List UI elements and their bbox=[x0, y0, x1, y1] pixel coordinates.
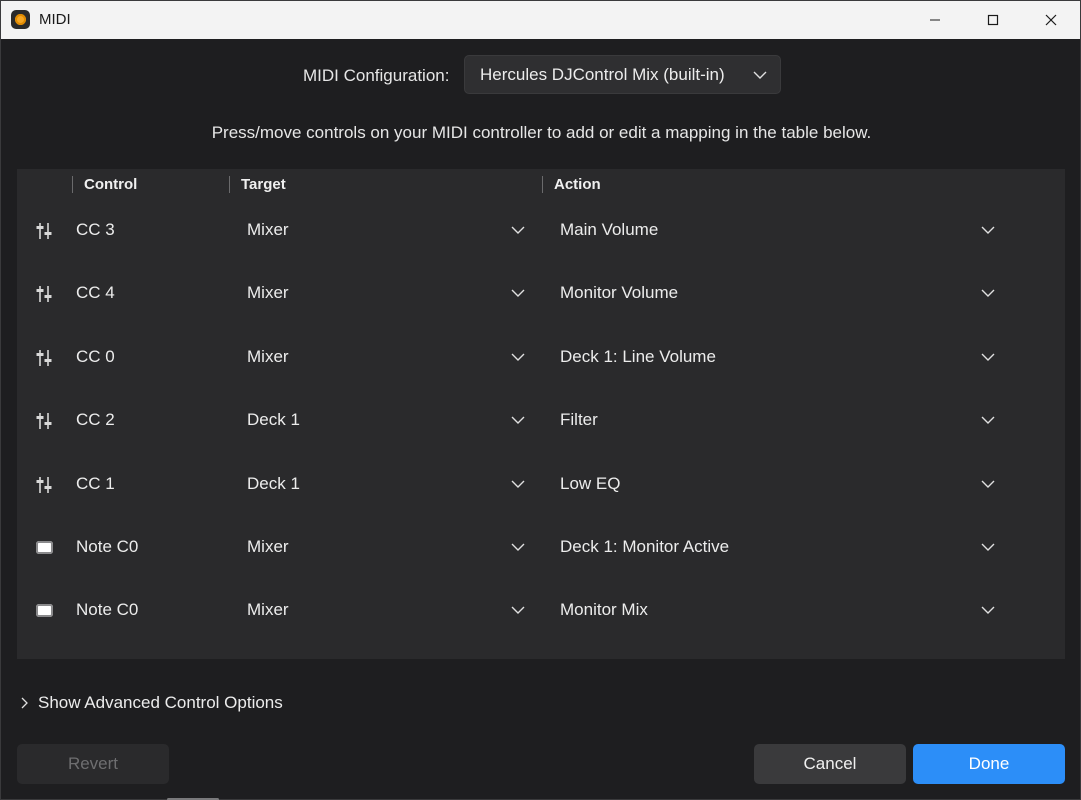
control-cell: CC 3 bbox=[76, 220, 115, 239]
minimize-icon bbox=[930, 19, 940, 21]
chevron-down-icon[interactable] bbox=[510, 602, 526, 623]
action-select[interactable]: Deck 1: Monitor Active bbox=[560, 537, 729, 557]
table-row[interactable]: CC 4 Mixer Monitor Volume bbox=[17, 264, 1065, 327]
revert-button[interactable]: Revert bbox=[17, 744, 169, 784]
action-select[interactable]: Main Volume bbox=[560, 220, 658, 240]
chevron-down-icon[interactable] bbox=[980, 602, 996, 623]
target-select[interactable]: Deck 1 bbox=[247, 410, 300, 430]
instruction-text: Press/move controls on your MIDI control… bbox=[211, 123, 872, 142]
show-advanced-options-toggle[interactable]: Show Advanced Control Options bbox=[19, 691, 283, 715]
action-select[interactable]: Filter bbox=[560, 410, 598, 430]
maximize-button[interactable] bbox=[964, 1, 1022, 39]
title-bar[interactable]: MIDI bbox=[1, 1, 1080, 39]
control-cell: Note C0 bbox=[76, 600, 139, 620]
target-select[interactable]: Mixer bbox=[247, 347, 289, 367]
target-select[interactable]: Mixer bbox=[247, 283, 289, 303]
close-icon bbox=[1045, 14, 1057, 26]
fader-icon bbox=[34, 221, 54, 241]
target-select[interactable]: Mixer bbox=[247, 600, 289, 620]
minimize-button[interactable] bbox=[906, 1, 964, 39]
action-select[interactable]: Low EQ bbox=[560, 474, 620, 494]
midi-configuration-value: Hercules DJControl Mix (built-in) bbox=[480, 64, 725, 84]
action-select[interactable]: Monitor Volume bbox=[560, 283, 678, 303]
chevron-down-icon[interactable] bbox=[510, 539, 526, 560]
column-header-target[interactable]: Target bbox=[241, 176, 286, 193]
column-header-control[interactable]: Control bbox=[84, 176, 137, 193]
chevron-down-icon[interactable] bbox=[510, 412, 526, 433]
chevron-down-icon[interactable] bbox=[980, 349, 996, 370]
target-select[interactable]: Mixer bbox=[247, 220, 289, 240]
control-cell: Note C0 bbox=[76, 537, 139, 556]
control-cell: CC 4 bbox=[76, 283, 115, 303]
chevron-down-icon[interactable] bbox=[980, 285, 996, 306]
midi-configuration-label: MIDI Configuration: bbox=[303, 66, 450, 85]
table-row[interactable]: CC 3 Mixer Main Volume bbox=[17, 201, 1065, 264]
action-select[interactable]: Deck 1: Line Volume bbox=[560, 347, 716, 367]
table-row[interactable]: Note C0 Mixer Monitor Mix bbox=[17, 581, 1065, 644]
chevron-down-icon[interactable] bbox=[510, 349, 526, 370]
chevron-down-icon[interactable] bbox=[980, 412, 996, 433]
table-row[interactable]: CC 1 Deck 1 Low EQ bbox=[17, 455, 1065, 518]
fader-icon bbox=[34, 411, 54, 431]
done-button[interactable]: Done bbox=[913, 744, 1065, 784]
chevron-down-icon[interactable] bbox=[980, 539, 996, 560]
table-row[interactable]: CC 2 Deck 1 Filter bbox=[17, 391, 1065, 454]
chevron-right-icon bbox=[21, 697, 28, 709]
fader-icon bbox=[34, 475, 54, 495]
column-header-action[interactable]: Action bbox=[554, 176, 601, 193]
target-select[interactable]: Deck 1 bbox=[247, 474, 300, 494]
show-advanced-options-label: Show Advanced Control Options bbox=[38, 693, 283, 712]
table-row[interactable]: Note C0 Mixer Deck 1: Monitor Active bbox=[17, 518, 1065, 581]
control-cell: CC 1 bbox=[76, 473, 115, 493]
maximize-icon bbox=[987, 14, 999, 26]
table-row[interactable]: CC 0 Mixer Deck 1: Line Volume bbox=[17, 328, 1065, 391]
midi-window: MIDI MIDI Configuration: Hercules DJCont… bbox=[0, 0, 1081, 800]
mapping-table: Control Target Action CC 3 Mixer Main Volu… bbox=[17, 169, 1065, 659]
key-icon bbox=[36, 541, 53, 554]
fader-icon bbox=[34, 284, 54, 304]
app-icon bbox=[11, 10, 30, 29]
midi-configuration-select[interactable]: Hercules DJControl Mix (built-in) bbox=[464, 55, 781, 94]
column-separator[interactable] bbox=[229, 176, 230, 193]
fader-icon bbox=[34, 348, 54, 368]
column-separator[interactable] bbox=[72, 176, 73, 193]
chevron-down-icon bbox=[753, 71, 767, 79]
window-title: MIDI bbox=[39, 11, 71, 28]
control-cell: CC 2 bbox=[76, 410, 115, 430]
close-button[interactable] bbox=[1022, 1, 1080, 39]
chevron-down-icon[interactable] bbox=[510, 222, 526, 243]
chevron-down-icon[interactable] bbox=[980, 222, 996, 243]
column-separator[interactable] bbox=[542, 176, 543, 193]
control-cell: CC 0 bbox=[76, 346, 115, 366]
key-icon bbox=[36, 604, 53, 618]
action-select[interactable]: Monitor Mix bbox=[560, 600, 648, 620]
target-select[interactable]: Mixer bbox=[247, 537, 289, 557]
table-header: Control Target Action bbox=[17, 169, 1065, 201]
cancel-button[interactable]: Cancel bbox=[754, 744, 906, 784]
chevron-down-icon[interactable] bbox=[980, 476, 996, 497]
chevron-down-icon[interactable] bbox=[510, 476, 526, 497]
chevron-down-icon[interactable] bbox=[510, 285, 526, 306]
